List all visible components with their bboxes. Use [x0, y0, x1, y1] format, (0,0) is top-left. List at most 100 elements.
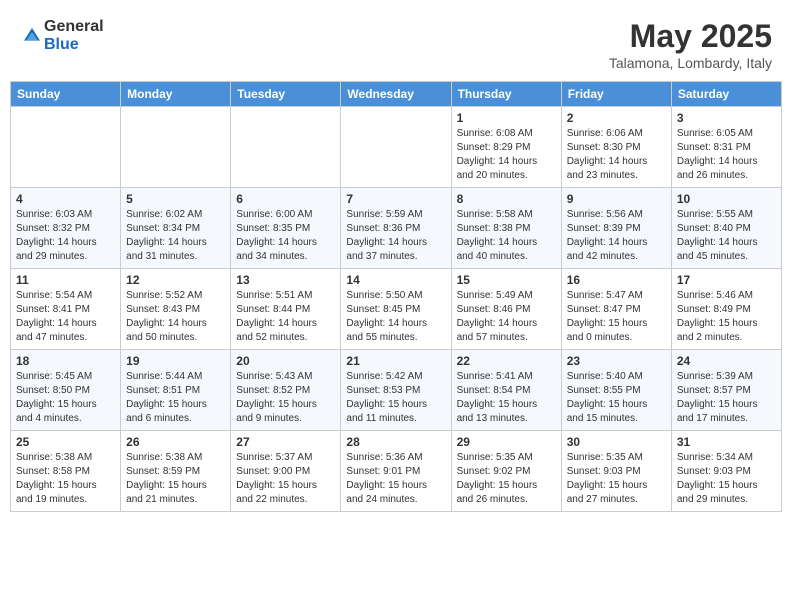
- day-info: Sunrise: 5:44 AM Sunset: 8:51 PM Dayligh…: [126, 370, 225, 426]
- day-cell: 19 Sunrise: 5:44 AM Sunset: 8:51 PM Dayl…: [121, 350, 231, 431]
- day-cell: 1 Sunrise: 6:08 AM Sunset: 8:29 PM Dayli…: [451, 107, 561, 188]
- day-info: Sunrise: 6:02 AM Sunset: 8:34 PM Dayligh…: [126, 208, 225, 264]
- day-cell: 17 Sunrise: 5:46 AM Sunset: 8:49 PM Dayl…: [671, 269, 781, 350]
- weekday-header-sunday: Sunday: [11, 82, 121, 107]
- day-number: 27: [236, 435, 335, 449]
- day-cell: [121, 107, 231, 188]
- weekday-header-monday: Monday: [121, 82, 231, 107]
- day-info: Sunrise: 6:00 AM Sunset: 8:35 PM Dayligh…: [236, 208, 335, 264]
- location-title: Talamona, Lombardy, Italy: [609, 55, 772, 71]
- day-cell: 11 Sunrise: 5:54 AM Sunset: 8:41 PM Dayl…: [11, 269, 121, 350]
- day-info: Sunrise: 5:34 AM Sunset: 9:03 PM Dayligh…: [677, 451, 776, 507]
- day-info: Sunrise: 6:05 AM Sunset: 8:31 PM Dayligh…: [677, 127, 776, 183]
- week-row-3: 11 Sunrise: 5:54 AM Sunset: 8:41 PM Dayl…: [11, 269, 782, 350]
- day-number: 14: [346, 273, 445, 287]
- day-info: Sunrise: 5:43 AM Sunset: 8:52 PM Dayligh…: [236, 370, 335, 426]
- day-cell: [341, 107, 451, 188]
- day-number: 22: [457, 354, 556, 368]
- day-info: Sunrise: 5:49 AM Sunset: 8:46 PM Dayligh…: [457, 289, 556, 345]
- day-cell: 2 Sunrise: 6:06 AM Sunset: 8:30 PM Dayli…: [561, 107, 671, 188]
- day-cell: 26 Sunrise: 5:38 AM Sunset: 8:59 PM Dayl…: [121, 431, 231, 512]
- day-number: 24: [677, 354, 776, 368]
- calendar-table: SundayMondayTuesdayWednesdayThursdayFrid…: [10, 81, 782, 512]
- day-info: Sunrise: 5:35 AM Sunset: 9:02 PM Dayligh…: [457, 451, 556, 507]
- day-cell: 20 Sunrise: 5:43 AM Sunset: 8:52 PM Dayl…: [231, 350, 341, 431]
- day-number: 10: [677, 192, 776, 206]
- day-info: Sunrise: 5:37 AM Sunset: 9:00 PM Dayligh…: [236, 451, 335, 507]
- day-cell: 14 Sunrise: 5:50 AM Sunset: 8:45 PM Dayl…: [341, 269, 451, 350]
- logo-general-text: General: [44, 18, 104, 36]
- day-number: 23: [567, 354, 666, 368]
- month-title: May 2025: [609, 18, 772, 55]
- day-number: 5: [126, 192, 225, 206]
- week-row-4: 18 Sunrise: 5:45 AM Sunset: 8:50 PM Dayl…: [11, 350, 782, 431]
- day-number: 15: [457, 273, 556, 287]
- logo: General Blue: [20, 18, 104, 53]
- day-info: Sunrise: 5:35 AM Sunset: 9:03 PM Dayligh…: [567, 451, 666, 507]
- day-number: 29: [457, 435, 556, 449]
- day-cell: [231, 107, 341, 188]
- day-info: Sunrise: 5:36 AM Sunset: 9:01 PM Dayligh…: [346, 451, 445, 507]
- day-info: Sunrise: 5:39 AM Sunset: 8:57 PM Dayligh…: [677, 370, 776, 426]
- day-info: Sunrise: 6:08 AM Sunset: 8:29 PM Dayligh…: [457, 127, 556, 183]
- day-number: 31: [677, 435, 776, 449]
- day-info: Sunrise: 5:42 AM Sunset: 8:53 PM Dayligh…: [346, 370, 445, 426]
- day-cell: 10 Sunrise: 5:55 AM Sunset: 8:40 PM Dayl…: [671, 188, 781, 269]
- day-number: 1: [457, 111, 556, 125]
- day-number: 12: [126, 273, 225, 287]
- calendar-header: SundayMondayTuesdayWednesdayThursdayFrid…: [11, 82, 782, 107]
- day-cell: 23 Sunrise: 5:40 AM Sunset: 8:55 PM Dayl…: [561, 350, 671, 431]
- day-info: Sunrise: 6:03 AM Sunset: 8:32 PM Dayligh…: [16, 208, 115, 264]
- day-number: 26: [126, 435, 225, 449]
- day-number: 20: [236, 354, 335, 368]
- day-cell: 18 Sunrise: 5:45 AM Sunset: 8:50 PM Dayl…: [11, 350, 121, 431]
- day-cell: 29 Sunrise: 5:35 AM Sunset: 9:02 PM Dayl…: [451, 431, 561, 512]
- day-number: 13: [236, 273, 335, 287]
- day-info: Sunrise: 5:52 AM Sunset: 8:43 PM Dayligh…: [126, 289, 225, 345]
- day-cell: [11, 107, 121, 188]
- day-cell: 13 Sunrise: 5:51 AM Sunset: 8:44 PM Dayl…: [231, 269, 341, 350]
- day-number: 6: [236, 192, 335, 206]
- day-number: 8: [457, 192, 556, 206]
- weekday-header-tuesday: Tuesday: [231, 82, 341, 107]
- day-cell: 21 Sunrise: 5:42 AM Sunset: 8:53 PM Dayl…: [341, 350, 451, 431]
- weekday-header-row: SundayMondayTuesdayWednesdayThursdayFrid…: [11, 82, 782, 107]
- day-cell: 12 Sunrise: 5:52 AM Sunset: 8:43 PM Dayl…: [121, 269, 231, 350]
- day-cell: 28 Sunrise: 5:36 AM Sunset: 9:01 PM Dayl…: [341, 431, 451, 512]
- day-cell: 4 Sunrise: 6:03 AM Sunset: 8:32 PM Dayli…: [11, 188, 121, 269]
- day-cell: 24 Sunrise: 5:39 AM Sunset: 8:57 PM Dayl…: [671, 350, 781, 431]
- day-info: Sunrise: 5:58 AM Sunset: 8:38 PM Dayligh…: [457, 208, 556, 264]
- day-cell: 5 Sunrise: 6:02 AM Sunset: 8:34 PM Dayli…: [121, 188, 231, 269]
- day-info: Sunrise: 5:38 AM Sunset: 8:58 PM Dayligh…: [16, 451, 115, 507]
- weekday-header-thursday: Thursday: [451, 82, 561, 107]
- week-row-5: 25 Sunrise: 5:38 AM Sunset: 8:58 PM Dayl…: [11, 431, 782, 512]
- week-row-1: 1 Sunrise: 6:08 AM Sunset: 8:29 PM Dayli…: [11, 107, 782, 188]
- day-number: 2: [567, 111, 666, 125]
- day-info: Sunrise: 5:41 AM Sunset: 8:54 PM Dayligh…: [457, 370, 556, 426]
- calendar-body: 1 Sunrise: 6:08 AM Sunset: 8:29 PM Dayli…: [11, 107, 782, 512]
- day-number: 9: [567, 192, 666, 206]
- day-info: Sunrise: 5:59 AM Sunset: 8:36 PM Dayligh…: [346, 208, 445, 264]
- day-number: 30: [567, 435, 666, 449]
- day-cell: 9 Sunrise: 5:56 AM Sunset: 8:39 PM Dayli…: [561, 188, 671, 269]
- weekday-header-wednesday: Wednesday: [341, 82, 451, 107]
- week-row-2: 4 Sunrise: 6:03 AM Sunset: 8:32 PM Dayli…: [11, 188, 782, 269]
- day-cell: 8 Sunrise: 5:58 AM Sunset: 8:38 PM Dayli…: [451, 188, 561, 269]
- day-info: Sunrise: 5:45 AM Sunset: 8:50 PM Dayligh…: [16, 370, 115, 426]
- day-number: 25: [16, 435, 115, 449]
- day-info: Sunrise: 5:54 AM Sunset: 8:41 PM Dayligh…: [16, 289, 115, 345]
- day-cell: 25 Sunrise: 5:38 AM Sunset: 8:58 PM Dayl…: [11, 431, 121, 512]
- weekday-header-friday: Friday: [561, 82, 671, 107]
- day-info: Sunrise: 5:47 AM Sunset: 8:47 PM Dayligh…: [567, 289, 666, 345]
- weekday-header-saturday: Saturday: [671, 82, 781, 107]
- day-info: Sunrise: 5:51 AM Sunset: 8:44 PM Dayligh…: [236, 289, 335, 345]
- day-cell: 30 Sunrise: 5:35 AM Sunset: 9:03 PM Dayl…: [561, 431, 671, 512]
- title-block: May 2025 Talamona, Lombardy, Italy: [609, 18, 772, 71]
- day-cell: 3 Sunrise: 6:05 AM Sunset: 8:31 PM Dayli…: [671, 107, 781, 188]
- day-cell: 6 Sunrise: 6:00 AM Sunset: 8:35 PM Dayli…: [231, 188, 341, 269]
- day-cell: 22 Sunrise: 5:41 AM Sunset: 8:54 PM Dayl…: [451, 350, 561, 431]
- day-cell: 27 Sunrise: 5:37 AM Sunset: 9:00 PM Dayl…: [231, 431, 341, 512]
- page-header: General Blue May 2025 Talamona, Lombardy…: [10, 10, 782, 77]
- day-number: 3: [677, 111, 776, 125]
- day-number: 18: [16, 354, 115, 368]
